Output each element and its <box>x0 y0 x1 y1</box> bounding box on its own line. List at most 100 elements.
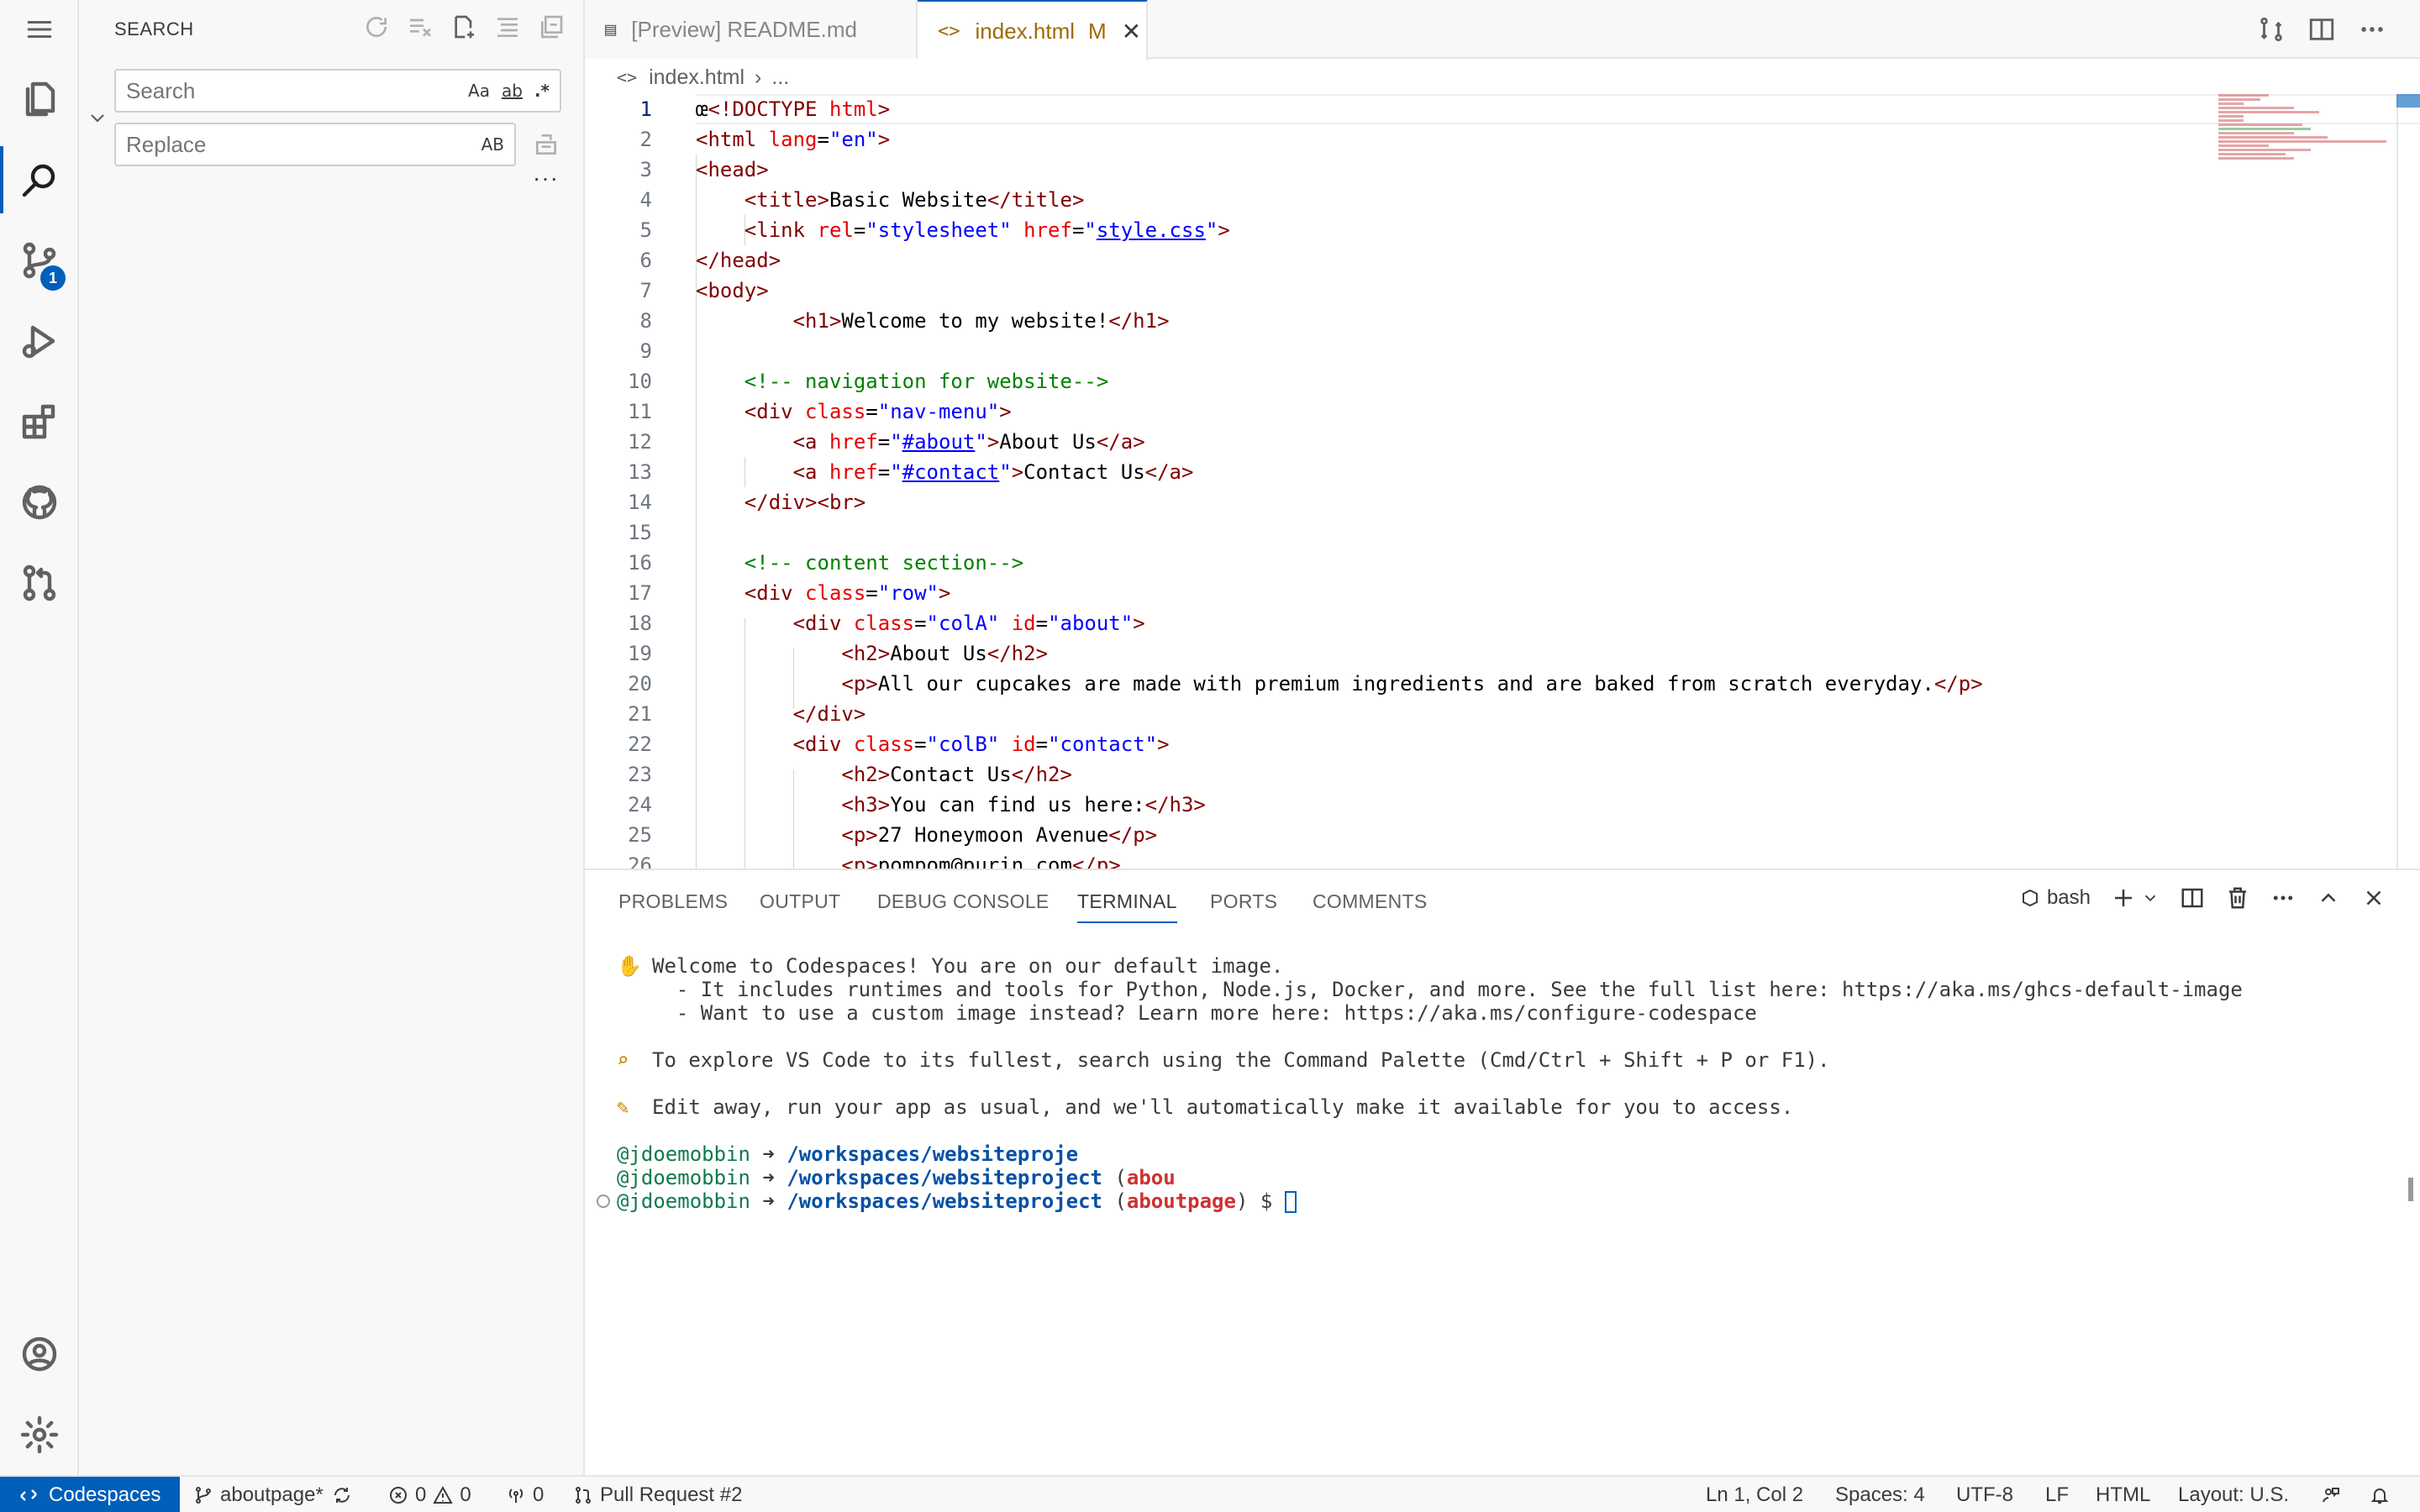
line-number: 7 <box>639 279 652 302</box>
error-icon <box>390 1487 407 1504</box>
panel-more-icon[interactable] <box>2270 885 2296 911</box>
open-changes-icon[interactable] <box>2257 15 2286 44</box>
settings-gear-icon[interactable] <box>0 1394 79 1475</box>
indentation[interactable]: Spaces: 4 <box>1835 1477 1925 1512</box>
more-actions-icon[interactable]: ··· <box>533 165 559 192</box>
sync-icon[interactable] <box>332 1485 352 1505</box>
pull-request-indicator[interactable]: Pull Request #2 <box>573 1477 742 1512</box>
breadcrumb-file[interactable]: index.html <box>649 66 744 90</box>
terminal-prompt-line[interactable]: @jdoemobbin ➜ /workspaces/websiteproject… <box>617 1189 1297 1213</box>
tab-debug-console[interactable]: DEBUG CONSOLE <box>877 890 1050 913</box>
refresh-icon[interactable] <box>363 13 390 40</box>
extensions-icon[interactable] <box>0 381 79 462</box>
encoding[interactable]: UTF-8 <box>1956 1477 2013 1512</box>
end-of-line[interactable]: LF <box>2045 1477 2069 1512</box>
tab-problems[interactable]: PROBLEMS <box>618 890 728 913</box>
preserve-case-toggle[interactable]: AB <box>481 134 504 155</box>
remote-indicator[interactable]: Codespaces <box>0 1477 180 1512</box>
toggle-replace-chevron-icon[interactable] <box>87 108 108 128</box>
line-number: 20 <box>628 672 652 696</box>
split-editor-icon[interactable] <box>2307 15 2336 44</box>
match-case-toggle[interactable]: Aa <box>468 81 490 101</box>
terminal-line: ✎ Edit away, run your app as usual, and w… <box>617 1095 1794 1119</box>
replace-input[interactable]: Replace AB <box>114 123 516 166</box>
terminal-line: @jdoemobbin ➜ /workspaces/websiteproject… <box>617 1166 1176 1189</box>
terminal-line: ⌕ To explore VS Code to its fullest, sear… <box>617 1048 1830 1072</box>
split-terminal-icon[interactable] <box>2180 885 2205 911</box>
clear-results-icon[interactable] <box>407 13 434 40</box>
breadcrumb-chevron-icon: › <box>755 65 762 89</box>
chevron-down-icon[interactable] <box>2141 889 2160 907</box>
terminal-shell-selector[interactable]: bash <box>2020 886 2091 910</box>
match-whole-word-toggle[interactable]: ab <box>502 81 523 101</box>
current-line-highlight <box>696 94 2420 124</box>
view-as-tree-icon[interactable] <box>494 13 521 40</box>
code-line: <div class="colB" id="contact"> <box>792 732 1170 756</box>
terminal-line: @jdoemobbin ➜ /workspaces/websiteproje <box>617 1142 1079 1166</box>
editor-scrollbar[interactable] <box>2396 94 2420 869</box>
git-branch-icon <box>196 1487 211 1504</box>
code-editor[interactable]: 1 2 3 4 5 6 7 8 9 10 11 12 13 14 15 16 17 18 19 20 21 22 23 24 2… <box>585 94 2420 869</box>
keyboard-layout[interactable]: Layout: U.S. <box>2178 1477 2289 1512</box>
editor-more-icon[interactable] <box>2358 15 2386 44</box>
account-icon[interactable] <box>0 1314 79 1394</box>
code-line: <h1>Welcome to my website!</h1> <box>792 309 1170 333</box>
maximize-panel-icon[interactable] <box>2316 885 2341 911</box>
tab-index-html[interactable]: <> index.html M ✕ <box>918 0 1148 60</box>
explorer-icon[interactable] <box>0 59 79 139</box>
line-number: 4 <box>639 188 652 212</box>
line-number: 17 <box>628 581 652 605</box>
terminal-cursor <box>1284 1191 1297 1213</box>
pull-requests-icon[interactable] <box>0 543 79 623</box>
search-icon[interactable] <box>0 139 79 220</box>
wave-icon: ✋ <box>617 954 642 978</box>
tab-ports[interactable]: PORTS <box>1210 890 1277 913</box>
breadcrumb-symbols[interactable]: ... <box>771 66 789 90</box>
terminal-scrollbar[interactable] <box>2408 1178 2413 1201</box>
line-number: 26 <box>628 853 652 869</box>
feedback-icon[interactable] <box>2321 1477 2348 1512</box>
tab-output[interactable]: OUTPUT <box>760 890 840 913</box>
code-line: <head> <box>696 158 769 181</box>
tab-comments[interactable]: COMMENTS <box>1313 890 1428 913</box>
tab-readme-preview[interactable]: ▤ [Preview] README.md <box>585 0 918 59</box>
line-number: 13 <box>628 460 652 484</box>
memo-icon: ✎ <box>617 1095 629 1119</box>
new-search-editor-icon[interactable] <box>450 13 477 40</box>
regex-toggle[interactable]: .* <box>534 81 550 101</box>
code-line: <p>27 Honeymoon Avenue</p> <box>841 823 1158 847</box>
activity-bar: 1 <box>0 0 79 1475</box>
menu-icon[interactable] <box>0 0 79 59</box>
problems-indicator[interactable]: 0 0 <box>388 1477 471 1512</box>
sidebar-title: SEARCH <box>114 18 194 39</box>
ports-indicator[interactable]: 0 <box>506 1477 544 1512</box>
magnifier-icon: ⌕ <box>617 1048 629 1072</box>
line-number: 9 <box>639 339 652 363</box>
close-tab-icon[interactable]: ✕ <box>1122 18 1141 45</box>
collapse-all-icon[interactable] <box>538 13 565 40</box>
line-number: 6 <box>639 249 652 272</box>
line-number: 10 <box>628 370 652 393</box>
run-debug-icon[interactable] <box>0 301 79 381</box>
code-line: <div class="nav-menu"> <box>744 400 1012 423</box>
new-terminal-icon[interactable] <box>2111 885 2136 911</box>
notifications-bell-icon[interactable] <box>2370 1477 2396 1512</box>
close-panel-icon[interactable] <box>2361 885 2386 911</box>
github-icon[interactable] <box>0 462 79 543</box>
preview-icon: ▤ <box>605 18 617 40</box>
search-input[interactable]: Search Aa ab .* <box>114 69 561 113</box>
minimap[interactable] <box>2218 94 2386 212</box>
replace-all-icon[interactable] <box>533 131 560 158</box>
status-bar: Codespaces aboutpage* 0 0 0 Pull Request… <box>0 1475 2420 1512</box>
branch-indicator[interactable]: aboutpage* <box>193 1477 359 1512</box>
code-line: <body> <box>696 279 769 302</box>
terminal-icon <box>2022 889 2038 907</box>
tab-terminal[interactable]: TERMINAL <box>1077 890 1177 923</box>
language-mode[interactable]: HTML <box>2096 1477 2150 1512</box>
code-line: <p>All our cupcakes are made with premiu… <box>841 672 1983 696</box>
kill-terminal-icon[interactable] <box>2225 885 2250 911</box>
code-line: <a href="#about">About Us</a> <box>792 430 1145 454</box>
cursor-position[interactable]: Ln 1, Col 2 <box>1706 1477 1803 1512</box>
source-control-icon[interactable]: 1 <box>0 220 79 301</box>
line-number: 5 <box>639 218 652 242</box>
